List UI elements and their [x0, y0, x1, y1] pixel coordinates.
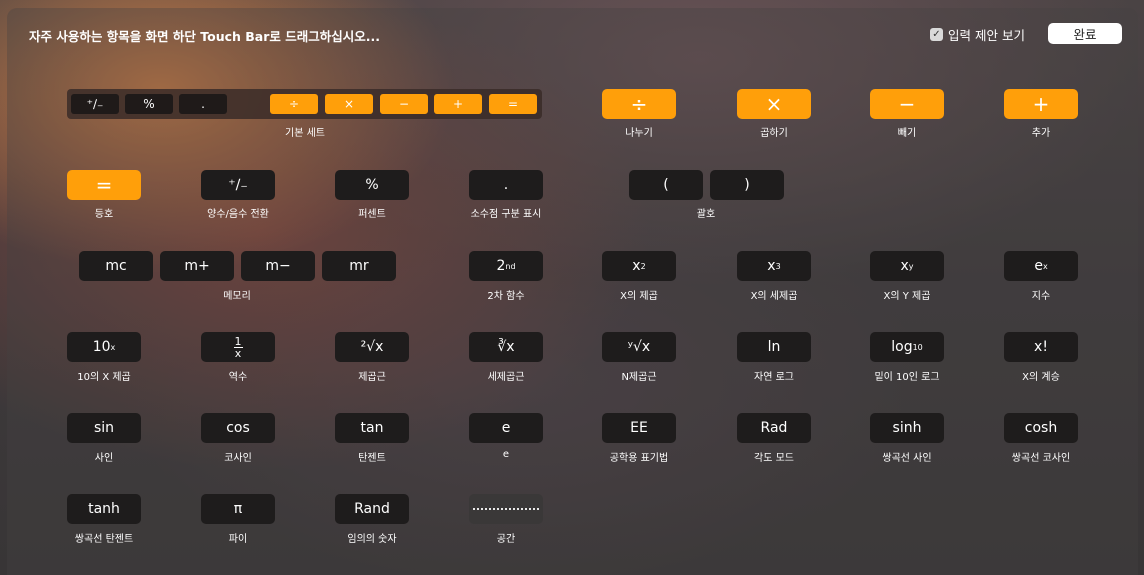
x-cubed-sup: 3: [775, 261, 781, 271]
instruction-text: 자주 사용하는 항목을 화면 하단 Touch Bar로 드래그하십시오...: [29, 29, 380, 44]
checkmark-icon[interactable]: ✓: [930, 28, 943, 41]
x-cubed-base: x: [767, 258, 776, 274]
reciprocal-key[interactable]: 1x: [201, 332, 275, 362]
decimal-key[interactable]: .: [469, 170, 543, 200]
basic-set-add-key: +: [434, 94, 482, 114]
reciprocal-numerator: 1: [233, 334, 243, 348]
x-cubed-key[interactable]: x3: [737, 251, 811, 281]
x-to-y-sup: y: [908, 261, 914, 271]
log10-base: log: [891, 339, 913, 355]
cos-key[interactable]: cos: [201, 413, 275, 443]
ln-key[interactable]: ln: [737, 332, 811, 362]
sin-key[interactable]: sin: [67, 413, 141, 443]
basic-set-divide-key: ÷: [270, 94, 318, 114]
divide-key[interactable]: ÷: [602, 89, 676, 119]
cosh-label: 쌍곡선 코사인: [1011, 453, 1071, 464]
basic-set-decimal-key: .: [179, 94, 227, 114]
e-to-x-key[interactable]: ex: [1004, 251, 1078, 281]
factorial-key[interactable]: x!: [1004, 332, 1078, 362]
ten-to-x-base: 10: [92, 339, 111, 355]
typing-suggestions-toggle[interactable]: ✓ 입력 제안 보기: [930, 25, 1025, 44]
second-sup: nd: [505, 261, 516, 271]
rad-key[interactable]: Rad: [737, 413, 811, 443]
ten-to-x-key[interactable]: 10 x: [67, 332, 141, 362]
x-to-y-key[interactable]: xy: [870, 251, 944, 281]
cube-root-key[interactable]: ∛x: [469, 332, 543, 362]
multiply-key[interactable]: ×: [737, 89, 811, 119]
basic-set-multiply-key: ×: [325, 94, 373, 114]
nth-root-key[interactable]: ʸ√x: [602, 332, 676, 362]
tanh-key[interactable]: tanh: [67, 494, 141, 524]
x-squared-base: x: [632, 258, 641, 274]
decimal-label: 소수점 구분 표시: [470, 209, 542, 220]
e-key[interactable]: e: [469, 413, 543, 443]
basic-set-negate-key: ⁺∕₋: [71, 94, 119, 114]
memory-subtract-key[interactable]: m−: [241, 251, 315, 281]
e-to-x-base: e: [1034, 258, 1043, 274]
open-paren-key[interactable]: (: [629, 170, 703, 200]
pi-key[interactable]: π: [201, 494, 275, 524]
negate-key[interactable]: ⁺∕₋: [201, 170, 275, 200]
tan-key[interactable]: tan: [335, 413, 409, 443]
x-to-y-base: x: [900, 258, 909, 274]
sinh-key[interactable]: sinh: [870, 413, 944, 443]
log10-key[interactable]: log 10: [870, 332, 944, 362]
rand-key[interactable]: Rand: [335, 494, 409, 524]
typing-suggestions-label: 입력 제안 보기: [948, 28, 1025, 43]
e-to-x-sup: x: [1042, 261, 1048, 271]
log10-sub: 10: [912, 342, 923, 352]
done-button[interactable]: 완료: [1048, 23, 1122, 44]
e-to-x-label: 지수: [1031, 291, 1051, 302]
space-label: 공간: [496, 534, 516, 545]
cosh-key[interactable]: cosh: [1004, 413, 1078, 443]
factorial-label: X의 계승: [1022, 372, 1060, 383]
memory-clear-key[interactable]: mc: [79, 251, 153, 281]
ee-key[interactable]: EE: [602, 413, 676, 443]
add-key[interactable]: +: [1004, 89, 1078, 119]
add-label: 추가: [1031, 128, 1051, 139]
space-key[interactable]: [469, 494, 543, 524]
equals-key[interactable]: =: [67, 170, 141, 200]
square-root-key[interactable]: ²√x: [335, 332, 409, 362]
dotted-line-icon: [473, 508, 539, 510]
basic-set-equals-key: =: [489, 94, 537, 114]
memory-add-key[interactable]: m+: [160, 251, 234, 281]
memory-recall-key[interactable]: mr: [322, 251, 396, 281]
basic-set-percent-key: %: [125, 94, 173, 114]
x-squared-key[interactable]: x2: [602, 251, 676, 281]
x-squared-sup: 2: [640, 261, 646, 271]
memory-label: 메모리: [223, 291, 251, 302]
percent-key[interactable]: %: [335, 170, 409, 200]
reciprocal-denominator: x: [234, 346, 242, 360]
subtract-key[interactable]: −: [870, 89, 944, 119]
basic-set-label: 기본 세트: [285, 128, 325, 139]
close-paren-key[interactable]: ): [710, 170, 784, 200]
parens-label: 괄호: [696, 209, 716, 220]
ten-to-x-sup: x: [110, 342, 116, 352]
basic-set-subtract-key: −: [380, 94, 428, 114]
second-function-key[interactable]: 2nd: [469, 251, 543, 281]
second-base: 2: [496, 258, 506, 274]
